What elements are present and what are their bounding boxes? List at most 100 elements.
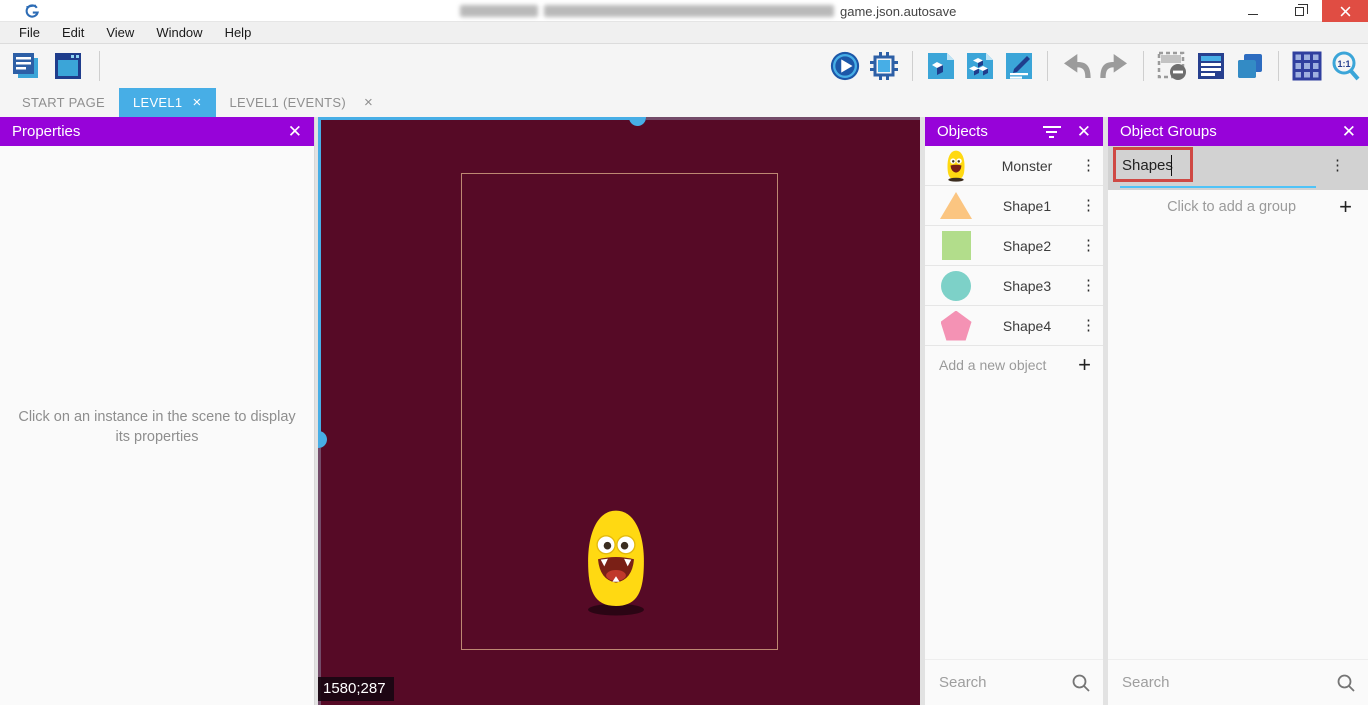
properties-panel-title: Properties [12, 123, 80, 140]
title-redacted-2 [544, 5, 834, 17]
object-groups-panel-header: Object Groups ✕ [1108, 117, 1368, 146]
tab-close-icon[interactable]: × [192, 94, 201, 111]
undo-icon [1060, 50, 1092, 82]
tab-label: LEVEL1 (EVENTS) [230, 95, 347, 110]
start-page-button[interactable] [52, 50, 84, 82]
zoom-1-1-icon: 1:1 [1330, 50, 1362, 82]
scene-editor-canvas[interactable]: 1580;287 [318, 117, 920, 705]
object-name: Monster [973, 158, 1081, 174]
grid-icon [1292, 51, 1322, 81]
object-menu-icon[interactable]: ⋮ [1081, 318, 1095, 333]
tab-bar: START PAGE LEVEL1 × LEVEL1 (EVENTS) × [0, 88, 1368, 117]
object-groups-panel: Object Groups ✕ Shapes ⋮ Click to add a … [1108, 117, 1368, 705]
properties-panel-header: Properties ✕ [0, 117, 314, 146]
object-name: Shape4 [973, 318, 1081, 334]
object-menu-icon[interactable]: ⋮ [1081, 278, 1095, 293]
debugger-button[interactable] [868, 50, 900, 82]
search-icon [1336, 673, 1356, 693]
triangle-thumbnail [939, 192, 973, 219]
group-name-edit-row: Shapes ⋮ [1108, 146, 1368, 190]
scene-hscrollbar-track[interactable] [318, 117, 630, 120]
play-icon [829, 49, 861, 83]
objects-editor-button[interactable] [925, 50, 957, 82]
menu-file[interactable]: File [8, 25, 51, 40]
window-title-text: game.json.autosave [840, 4, 956, 19]
menu-window[interactable]: Window [145, 25, 213, 40]
objects-search-row [925, 659, 1103, 705]
restore-button[interactable] [1276, 0, 1322, 22]
grid-button[interactable] [1291, 50, 1323, 82]
object-menu-icon[interactable]: ⋮ [1081, 198, 1095, 213]
layers-list-button[interactable] [1234, 50, 1266, 82]
add-group-hint: Click to add a group [1124, 199, 1339, 215]
tab-level1-events[interactable]: LEVEL1 (EVENTS) × [216, 88, 388, 117]
scene-vscrollbar-track[interactable] [318, 117, 321, 432]
object-menu-icon[interactable]: ⋮ [1081, 238, 1095, 253]
properties-editor-button[interactable] [1003, 50, 1035, 82]
objects-search-input[interactable] [939, 674, 1045, 691]
objects-editor-icon [925, 50, 957, 82]
title-redacted-1 [460, 5, 538, 17]
input-focus-underline [1120, 186, 1316, 188]
delete-instances-icon [1156, 50, 1188, 82]
plus-icon: + [1339, 194, 1352, 220]
undo-button[interactable] [1060, 50, 1092, 82]
instances-list-icon [1195, 50, 1227, 82]
layers-list-icon [1234, 50, 1266, 82]
zoom-1-1-button[interactable]: 1:1 [1330, 50, 1362, 82]
pentagon-thumbnail [939, 311, 973, 341]
toolbar: 1:1 [0, 44, 1368, 88]
groups-search-row [1108, 659, 1368, 705]
minimize-button[interactable] [1230, 0, 1276, 22]
close-button[interactable] [1322, 0, 1368, 22]
plus-icon: + [1078, 352, 1091, 378]
gdevelop-logo-icon [24, 3, 40, 19]
properties-panel: Properties ✕ Click on an instance in the… [0, 117, 315, 705]
svg-text:1:1: 1:1 [1337, 59, 1350, 69]
objects-panel: Objects ✕ Monster ⋮ Shape1 ⋮ Shape2 ⋮ Sh… [925, 117, 1103, 705]
scene-vscrollbar-thumb[interactable] [318, 431, 327, 448]
tab-level1[interactable]: LEVEL1 × [119, 88, 216, 117]
add-group-button[interactable]: Click to add a group + [1108, 190, 1368, 224]
scene-hscrollbar-track-right[interactable] [646, 117, 920, 120]
groups-search-input[interactable] [1122, 674, 1286, 691]
tab-close-icon[interactable]: × [364, 94, 373, 111]
tab-label: START PAGE [22, 95, 105, 110]
object-name: Shape1 [973, 198, 1081, 214]
scene-vscrollbar-track-bottom[interactable] [318, 448, 321, 705]
menu-bar: File Edit View Window Help [0, 22, 1368, 44]
tab-label: LEVEL1 [133, 95, 183, 110]
object-row-monster[interactable]: Monster ⋮ [925, 146, 1103, 186]
object-row-shape3[interactable]: Shape3 ⋮ [925, 266, 1103, 306]
redo-icon [1099, 50, 1131, 82]
object-groups-editor-icon [964, 50, 996, 82]
debugger-icon [868, 50, 900, 82]
monster-instance[interactable] [580, 502, 652, 620]
object-menu-icon[interactable]: ⋮ [1081, 158, 1095, 173]
menu-help[interactable]: Help [214, 25, 263, 40]
object-row-shape2[interactable]: Shape2 ⋮ [925, 226, 1103, 266]
object-name: Shape3 [973, 278, 1081, 294]
add-object-label: Add a new object [939, 357, 1046, 373]
objects-close-icon[interactable]: ✕ [1077, 123, 1091, 140]
tab-start-page[interactable]: START PAGE [8, 88, 119, 117]
redo-button[interactable] [1099, 50, 1131, 82]
object-row-shape1[interactable]: Shape1 ⋮ [925, 186, 1103, 226]
scene-hscrollbar-thumb[interactable] [629, 117, 646, 126]
group-menu-icon[interactable]: ⋮ [1330, 158, 1344, 173]
annotation-highlight-box [1113, 147, 1193, 182]
add-object-button[interactable]: Add a new object + [925, 346, 1103, 383]
filter-icon[interactable] [1043, 126, 1061, 138]
menu-edit[interactable]: Edit [51, 25, 95, 40]
object-groups-editor-button[interactable] [964, 50, 996, 82]
object-groups-close-icon[interactable]: ✕ [1342, 123, 1356, 140]
window-title: game.json.autosave [460, 0, 956, 22]
object-row-shape4[interactable]: Shape4 ⋮ [925, 306, 1103, 346]
delete-instances-button[interactable] [1156, 50, 1188, 82]
title-bar: game.json.autosave [0, 0, 1368, 22]
properties-close-icon[interactable]: ✕ [288, 123, 302, 140]
project-manager-button[interactable] [10, 50, 42, 82]
menu-view[interactable]: View [95, 25, 145, 40]
preview-play-button[interactable] [829, 50, 861, 82]
instances-list-button[interactable] [1195, 50, 1227, 82]
